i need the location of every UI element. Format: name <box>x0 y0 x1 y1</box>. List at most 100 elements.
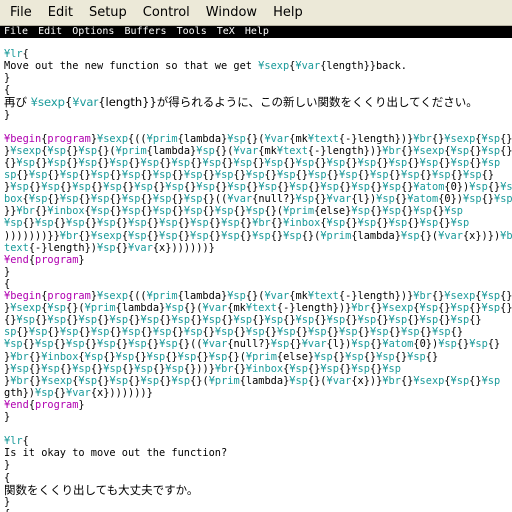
buffer-line: box{¥sp{}¥sp{}¥sp{}¥sp{}¥sp{}¥sp{}((¥var… <box>4 193 512 206</box>
buffer-text: {} <box>407 217 420 230</box>
buffer-text: {} <box>419 169 433 181</box>
buffer-text: {} <box>128 156 141 169</box>
buffer-text: {} <box>146 338 160 351</box>
buffer-text: {} <box>152 362 166 375</box>
emacs-menu-tex[interactable]: TeX <box>217 26 235 37</box>
buffer-text: {} <box>4 156 17 169</box>
buffer-text: {} <box>469 302 482 315</box>
buffer-line: } <box>4 411 10 424</box>
emacs-menu-file[interactable]: File <box>4 26 28 37</box>
buffer-text: {} <box>233 169 246 181</box>
tex-macro: ¥sp <box>41 181 60 194</box>
tex-macro: ¥sp <box>270 338 290 351</box>
buffer-text: {} <box>28 181 42 194</box>
tex-macro: ¥sp <box>128 217 147 230</box>
buffer-line: text{-}length})¥sp{}¥var{x}))))))} <box>4 242 215 255</box>
menu-control[interactable]: Control <box>135 2 198 24</box>
tex-macro: ¥sp <box>357 156 377 169</box>
tex-macro: ¥sp <box>481 156 501 169</box>
emacs-menu-buffers[interactable]: Buffers <box>124 26 166 37</box>
emacs-menu-options[interactable]: Options <box>72 26 114 37</box>
buffer-text: {}( <box>419 229 439 242</box>
tex-macro: ¥sp <box>245 205 265 218</box>
buffer-text: {} <box>109 205 122 218</box>
buffer-text: {} <box>134 350 147 363</box>
tex-macro: ¥sexp <box>41 374 73 387</box>
tex-macro: ¥br <box>413 132 432 145</box>
editor-buffer[interactable]: ¥lr{Move out the new function so that we… <box>0 38 512 512</box>
buffer-line: }¥sexp{¥sp{}(¥prim{lambda}¥sp{}(¥var{mk¥… <box>4 302 512 315</box>
buffer-text: {lambda} <box>115 302 166 315</box>
tex-macro: ¥sp <box>10 181 29 194</box>
window-menubar: File Edit Setup Control Window Help <box>0 0 512 26</box>
tex-macro: ¥sp <box>432 169 451 181</box>
emacs-menu-help[interactable]: Help <box>245 26 269 37</box>
tex-macro: ¥sp <box>159 338 178 351</box>
buffer-text: {} <box>295 326 308 339</box>
buffer-line: { <box>4 508 10 512</box>
tex-macro: ¥br <box>59 229 79 242</box>
tex-macro: ¥sp <box>159 229 178 242</box>
tex-macro: ¥text <box>276 144 308 157</box>
emacs-menu-tools[interactable]: Tools <box>177 26 207 37</box>
buffer-text: {} <box>196 350 209 363</box>
buffer-text: Is it okay to move out the function? <box>4 447 228 460</box>
buffer-line: }¥sp{}¥sp{}¥sp{}¥sp{}¥sp{}¥sp{}¥sp{}¥sp{… <box>4 181 512 194</box>
tex-macro: ¥var <box>301 338 327 351</box>
menu-edit[interactable]: Edit <box>40 2 81 24</box>
tex-macro: ¥sp <box>450 374 470 387</box>
buffer-text: {} <box>28 350 42 363</box>
tex-macro: ¥sp <box>165 362 184 375</box>
buffer-text: {} <box>487 181 501 194</box>
tex-macro: ¥sp <box>183 193 203 206</box>
tex-macro: ¥atom <box>407 193 439 206</box>
tex-macro: ¥sp <box>295 193 315 206</box>
tex-macro: ¥sexp <box>90 229 122 242</box>
buffer-text: } <box>78 253 85 266</box>
buffer-text: {} <box>115 338 129 351</box>
tex-macro: ¥sp <box>227 290 246 302</box>
buffer-text: {lambda} <box>239 374 290 387</box>
tex-macro: ¥sp <box>376 350 395 363</box>
buffer-text: {} <box>314 156 327 169</box>
emacs-menu-edit[interactable]: Edit <box>38 26 62 37</box>
menu-file[interactable]: File <box>0 2 40 24</box>
buffer-line: {}¥sp{}¥sp{}¥sp{}¥sp{}¥sp{}¥sp{}¥sp{}¥sp… <box>4 314 482 327</box>
buffer-text: {} <box>394 350 408 363</box>
tex-macro: ¥sp <box>28 169 48 181</box>
menu-setup[interactable]: Setup <box>81 2 135 24</box>
buffer-text: {} <box>59 181 73 194</box>
buffer-text: {}( <box>301 229 321 242</box>
buffer-text: {lambda} <box>177 290 228 302</box>
tex-macro: ¥br <box>382 374 401 387</box>
buffer-text: {length}}が得られるように、この新しい関数をくくり出してください。 <box>98 95 478 110</box>
tex-environment: program <box>47 290 91 302</box>
tex-macro: ¥sp <box>438 338 457 351</box>
tex-macro: ¥var <box>233 144 259 157</box>
buffer-text: {} <box>171 205 184 218</box>
tex-macro: ¥sp <box>245 326 265 339</box>
buffer-text: {} <box>400 205 414 218</box>
buffer-text: {} <box>326 326 339 339</box>
tex-macro: box <box>4 193 23 206</box>
tex-macro: ¥sp <box>109 374 129 387</box>
tex-macro: ¥sp <box>78 374 98 387</box>
tex-macro: ¥atom <box>382 338 414 351</box>
buffer-text: {} <box>115 217 129 230</box>
tex-macro: ¥sp <box>165 181 184 194</box>
buffer-line: { <box>4 278 10 291</box>
buffer-text: } <box>4 495 11 508</box>
tex-macro: ¥sp <box>140 156 160 169</box>
tex-macro: ¥sp <box>500 181 512 194</box>
tex-macro: ¥sp <box>16 156 36 169</box>
buffer-text: {} <box>264 326 277 339</box>
tex-macro: ¥sp <box>382 181 401 194</box>
buffer-text: {} <box>270 217 284 230</box>
menu-window[interactable]: Window <box>198 2 265 24</box>
menu-help[interactable]: Help <box>265 2 311 24</box>
tex-macro: ¥sexp <box>10 302 42 315</box>
buffer-text: 再び <box>4 95 31 110</box>
buffer-text: {-}length})} <box>338 132 414 145</box>
buffer-line: ¥begin{program}¥sexp{((¥prim{lambda}¥sp{… <box>4 133 512 146</box>
tex-macro: ¥sp <box>72 181 91 194</box>
